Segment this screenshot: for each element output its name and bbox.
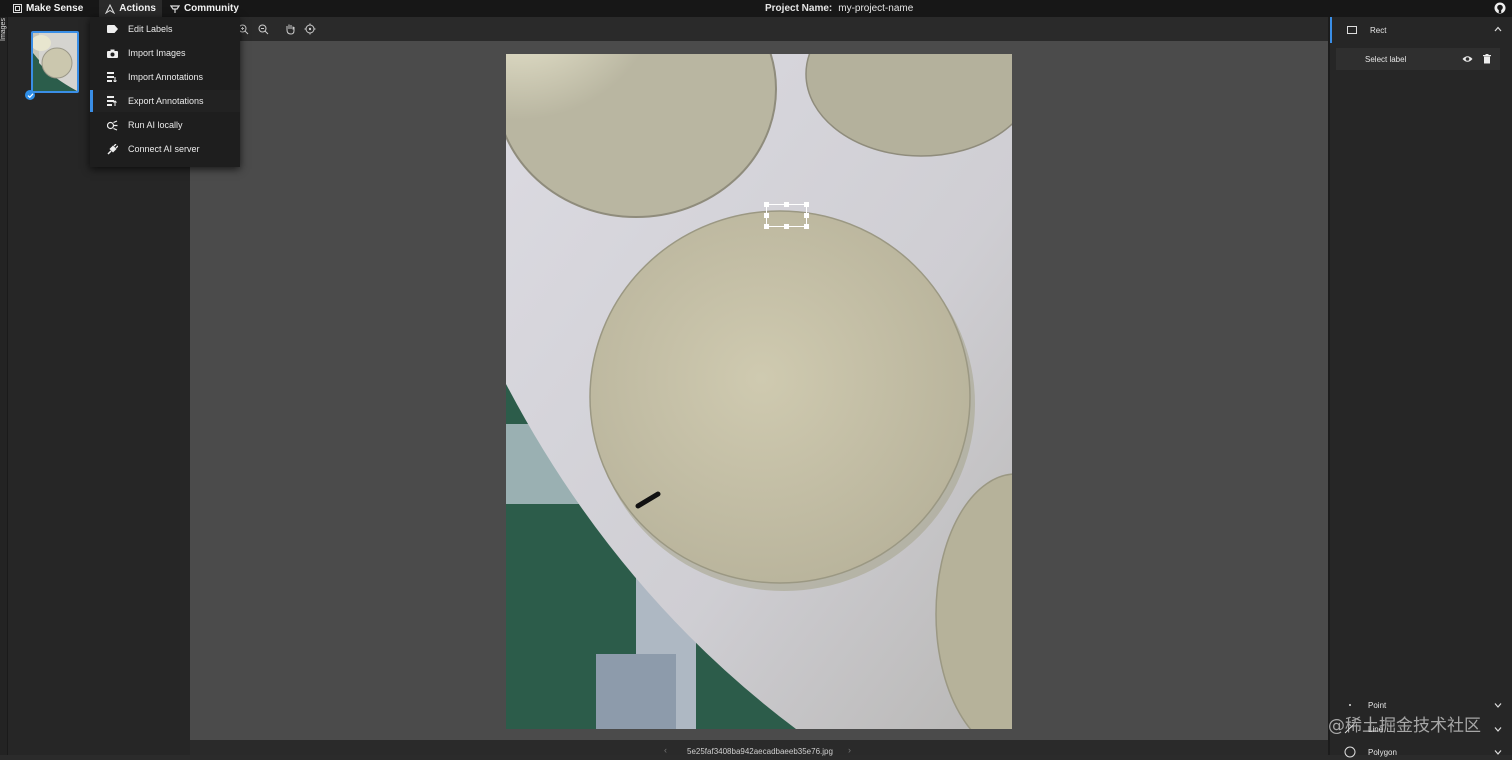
checkmark-icon <box>25 90 35 100</box>
image-thumbnail[interactable] <box>31 31 79 93</box>
resize-handle[interactable] <box>804 213 809 218</box>
watermark-text: @稀土掘金技术社区 <box>1328 716 1481 736</box>
labels-panel: Rect Select label Point Line Polygon <box>1328 17 1512 758</box>
menu-item-label: Run AI locally <box>128 120 183 130</box>
menu-item-run-ai-locally[interactable]: Run AI locally <box>90 114 240 136</box>
menu-item-label: Edit Labels <box>128 24 173 34</box>
crosshair-icon[interactable] <box>303 22 317 36</box>
bounding-box-annotation[interactable] <box>764 202 809 229</box>
image-navigation-bar: ‹ 5e25faf3408ba942aecadbaeeb35e76.jpg › <box>190 740 1328 756</box>
menu-item-import-images[interactable]: Import Images <box>90 42 240 64</box>
resize-handle[interactable] <box>804 202 809 207</box>
resize-handle[interactable] <box>784 224 789 229</box>
next-image-icon[interactable]: › <box>848 745 851 755</box>
point-icon <box>1349 704 1351 706</box>
community-menu-button[interactable]: Community <box>164 0 245 17</box>
menu-item-edit-labels[interactable]: Edit Labels <box>90 18 240 40</box>
polygon-icon <box>1344 746 1356 760</box>
menu-item-import-annotations[interactable]: Import Annotations <box>90 66 240 88</box>
project-name-label: Project Name: <box>765 3 833 14</box>
image-canvas[interactable] <box>190 41 1328 740</box>
label-row[interactable]: Select label <box>1336 48 1500 70</box>
actions-icon <box>105 3 116 14</box>
resize-handle[interactable] <box>784 202 789 207</box>
brain-icon <box>106 119 118 131</box>
trash-icon[interactable] <box>1483 54 1491 66</box>
menu-item-label: Export Annotations <box>128 96 204 106</box>
annotation-image[interactable] <box>506 54 1012 729</box>
github-icon[interactable] <box>1494 2 1506 14</box>
menu-item-label: Import Annotations <box>128 72 204 82</box>
polygon-section-header[interactable]: Polygon <box>1330 744 1508 760</box>
zoom-out-icon[interactable] <box>256 22 270 36</box>
list-icon <box>106 95 118 107</box>
rect-section-header[interactable]: Rect <box>1330 17 1508 43</box>
community-label: Community <box>183 3 239 14</box>
resize-handle[interactable] <box>764 213 769 218</box>
images-side-tab[interactable]: Images <box>0 17 8 755</box>
project-name-field: Project Name: my-project-name <box>765 0 913 17</box>
chevron-down-icon[interactable] <box>1494 701 1502 710</box>
select-label-dropdown[interactable]: Select label <box>1365 55 1406 64</box>
point-section-title: Point <box>1368 700 1387 710</box>
rect-section-title: Rect <box>1370 25 1387 35</box>
rect-icon <box>1347 26 1357 36</box>
menu-item-label: Connect AI server <box>128 144 200 154</box>
plug-icon <box>106 143 118 155</box>
menu-item-connect-ai-server[interactable]: Connect AI server <box>90 138 240 160</box>
resize-handle[interactable] <box>804 224 809 229</box>
polygon-section-title: Polygon <box>1368 747 1397 757</box>
camera-icon <box>106 47 118 59</box>
logo-icon <box>12 4 22 14</box>
project-name-value[interactable]: my-project-name <box>838 3 913 14</box>
menu-item-label: Import Images <box>128 48 186 58</box>
brand[interactable]: Make Sense <box>6 0 89 17</box>
resize-handle[interactable] <box>764 224 769 229</box>
resize-handle[interactable] <box>764 202 769 207</box>
actions-dropdown-menu: Edit Labels Import Images Import Annotat… <box>90 17 240 167</box>
editor-toolbar <box>190 17 1328 41</box>
list-icon <box>106 71 118 83</box>
top-navigation-bar: Make Sense Actions Community Project Nam… <box>0 0 1512 17</box>
chevron-up-icon[interactable] <box>1494 25 1502 34</box>
chevron-down-icon[interactable] <box>1494 725 1502 734</box>
eye-icon[interactable] <box>1462 55 1473 65</box>
tag-icon <box>106 23 118 35</box>
actions-menu-button[interactable]: Actions <box>99 0 162 17</box>
actions-label: Actions <box>119 3 156 14</box>
images-tab-label: Images <box>0 18 7 41</box>
brand-name: Make Sense <box>26 3 84 14</box>
community-icon <box>169 4 180 14</box>
pan-hand-icon[interactable] <box>283 22 297 36</box>
previous-image-icon[interactable]: ‹ <box>664 745 667 755</box>
menu-item-export-annotations[interactable]: Export Annotations <box>90 90 240 112</box>
chevron-down-icon[interactable] <box>1494 748 1502 757</box>
